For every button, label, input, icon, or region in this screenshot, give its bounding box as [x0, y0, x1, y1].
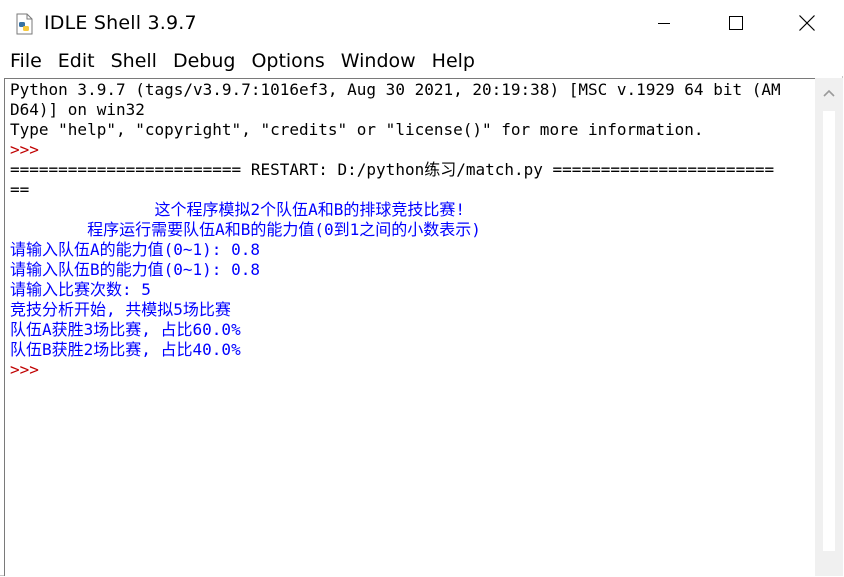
title-bar[interactable]: IDLE Shell 3.9.7	[0, 0, 843, 46]
close-icon	[799, 15, 815, 31]
menu-bar: File Edit Shell Debug Options Window Hel…	[0, 46, 843, 76]
output-line: 队伍A获胜3场比赛, 占比60.0%	[10, 320, 241, 339]
banner-line: Type "help", "copyright", "credits" or "…	[10, 120, 704, 139]
menu-help[interactable]: Help	[424, 46, 483, 76]
restart-line: ==	[10, 180, 30, 199]
output-line: 竞技分析开始, 共模拟5场比赛	[10, 300, 231, 319]
idle-shell-window: IDLE Shell 3.9.7 File Edit Shell Debug O…	[0, 0, 843, 576]
minimize-icon	[658, 23, 670, 24]
output-line: 请输入比赛次数: 5	[10, 280, 151, 299]
menu-options[interactable]: Options	[243, 46, 332, 76]
chevron-up-icon	[823, 89, 835, 97]
banner-line: D64)] on win32	[10, 100, 145, 119]
python-file-icon	[16, 13, 33, 35]
output-line: 请输入队伍B的能力值(0~1): 0.8	[10, 260, 260, 279]
menu-edit[interactable]: Edit	[50, 46, 103, 76]
shell-prompt: >>>	[10, 140, 39, 159]
minimize-button[interactable]	[628, 0, 700, 46]
banner-line: Python 3.9.7 (tags/v3.9.7:1016ef3, Aug 3…	[10, 80, 781, 99]
output-line: 队伍B获胜2场比赛, 占比40.0%	[10, 340, 241, 359]
restart-line: ======================== RESTART: D:/pyt…	[10, 160, 775, 179]
shell-text-area[interactable]: Python 3.9.7 (tags/v3.9.7:1016ef3, Aug 3…	[4, 78, 815, 576]
output-line: 请输入队伍A的能力值(0~1): 0.8	[10, 240, 260, 259]
maximize-button[interactable]	[700, 0, 772, 46]
menu-window[interactable]: Window	[333, 46, 424, 76]
menu-shell[interactable]: Shell	[103, 46, 165, 76]
scroll-up-button[interactable]	[815, 78, 843, 108]
menu-file[interactable]: File	[0, 46, 50, 76]
menu-debug[interactable]: Debug	[165, 46, 243, 76]
scroll-thumb[interactable]	[823, 111, 835, 551]
output-line: 这个程序模拟2个队伍A和B的排球竞技比赛!	[10, 200, 466, 219]
shell-prompt: >>>	[10, 360, 39, 379]
close-button[interactable]	[771, 0, 843, 46]
window-title: IDLE Shell 3.9.7	[44, 12, 197, 34]
maximize-icon	[729, 16, 743, 30]
vertical-scrollbar[interactable]	[815, 78, 843, 576]
output-line: 程序运行需要队伍A和B的能力值(0到1之间的小数表示)	[10, 220, 481, 239]
